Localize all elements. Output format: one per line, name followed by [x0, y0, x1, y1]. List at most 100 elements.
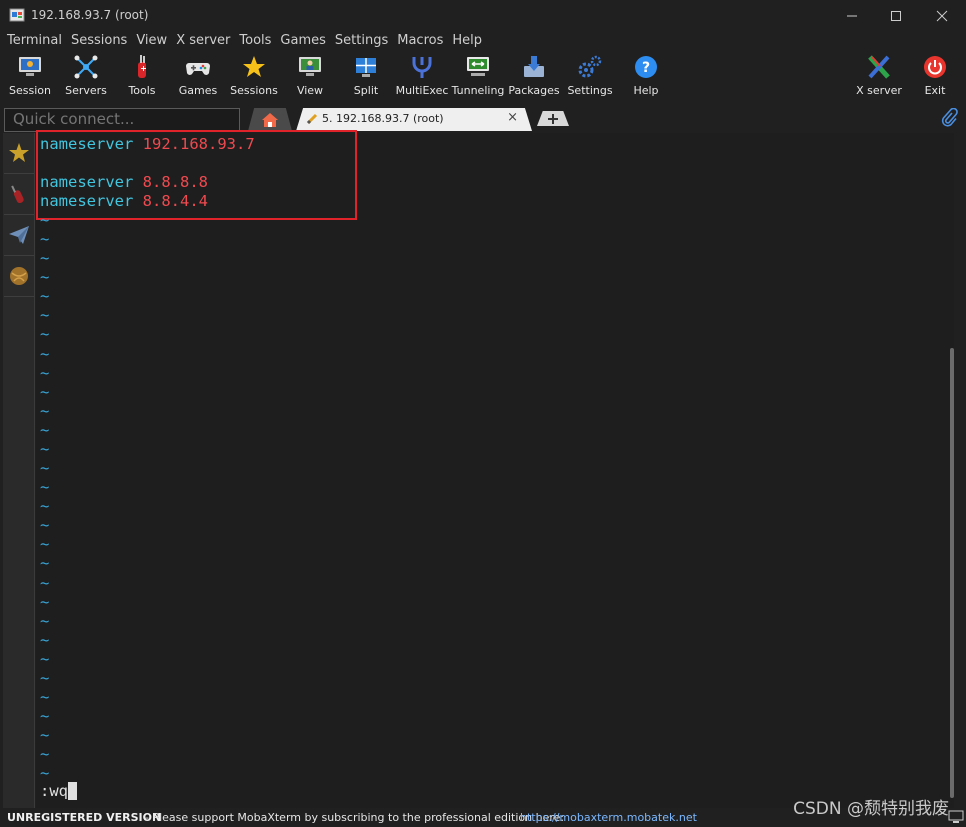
servers-button[interactable]: Servers: [58, 51, 114, 103]
games-controller-icon: [186, 63, 210, 75]
line-keyword: nameserver: [40, 135, 134, 153]
quick-connect-input[interactable]: [5, 109, 239, 129]
tilde-line: ~: [40, 707, 50, 726]
packages-label: Packages: [508, 84, 560, 97]
menu-x-server[interactable]: X server: [169, 31, 230, 51]
tilde-line: ~: [40, 573, 50, 592]
toolbar: Session Servers Tools Games Sessions Vie…: [0, 51, 966, 103]
tunneling-button[interactable]: Tunneling: [450, 51, 506, 103]
view-monitor-icon: [299, 57, 321, 76]
macro-ball-icon: [10, 267, 28, 285]
menu-view[interactable]: View: [129, 31, 167, 51]
sidebar-sftp-button[interactable]: [4, 215, 34, 256]
settings-button[interactable]: Settings: [562, 51, 618, 103]
tilde-line: ~: [40, 554, 50, 573]
menu-terminal[interactable]: Terminal: [0, 31, 62, 51]
tilde-line: ~: [40, 516, 50, 535]
sidebar-sessions-button[interactable]: [4, 133, 34, 174]
exit-label: Exit: [924, 84, 946, 97]
tilde-line: ~: [40, 497, 50, 516]
packages-button[interactable]: Packages: [506, 51, 562, 103]
terminal-line: nameserver 8.8.4.4: [40, 192, 208, 211]
games-label: Games: [178, 84, 218, 97]
menu-settings[interactable]: Settings: [328, 31, 388, 51]
tilde-line: ~: [40, 306, 50, 325]
tilde-line: ~: [40, 344, 50, 363]
menu-tools[interactable]: Tools: [232, 31, 271, 51]
home-tab[interactable]: [248, 108, 292, 131]
games-button[interactable]: Games: [170, 51, 226, 103]
csdn-watermark: CSDN @颓特别我废: [793, 799, 949, 819]
support-text: - Please support MobaXterm by subscribin…: [145, 811, 565, 824]
line-keyword: nameserver: [40, 173, 134, 191]
tab-close-icon[interactable]: ×: [507, 110, 518, 125]
session-tab[interactable]: 5. 192.168.93.7 (root) ×: [296, 108, 532, 131]
tunneling-icon: [467, 57, 489, 76]
session-monitor-icon: [19, 57, 41, 76]
menu-games[interactable]: Games: [273, 31, 325, 51]
session-button[interactable]: Session: [2, 51, 58, 103]
settings-label: Settings: [567, 84, 613, 97]
help-button[interactable]: ? Help: [618, 51, 674, 103]
left-sidebar: [3, 133, 35, 808]
sessions-star-icon: [243, 56, 265, 77]
tilde-line: ~: [40, 726, 50, 745]
monitor-icon: [948, 810, 964, 823]
paper-plane-icon: [9, 226, 29, 244]
maximize-button[interactable]: [873, 0, 919, 31]
close-icon: [936, 10, 948, 21]
view-button[interactable]: View: [282, 51, 338, 103]
terminal-tab-icon: [306, 113, 318, 125]
title-bar: 192.168.93.7 (root): [0, 0, 966, 31]
multiexec-label: MultiExec: [395, 84, 449, 97]
tunneling-label: Tunneling: [451, 84, 505, 97]
menu-help[interactable]: Help: [445, 31, 482, 51]
tab-row: 5. 192.168.93.7 (root) ×: [0, 105, 966, 132]
paperclip-icon[interactable]: [940, 108, 958, 128]
minimize-icon: [847, 15, 857, 16]
tools-button[interactable]: Tools: [114, 51, 170, 103]
tilde-line: ~: [40, 420, 50, 439]
tilde-line: ~: [40, 211, 50, 229]
menu-sessions[interactable]: Sessions: [64, 31, 127, 51]
split-button[interactable]: Split: [338, 51, 394, 103]
tools-knife-icon: [138, 55, 146, 78]
line-keyword: nameserver: [40, 192, 134, 210]
tilde-line: ~: [40, 459, 50, 478]
close-window-button[interactable]: [919, 0, 965, 31]
tilde-line: ~: [40, 764, 50, 783]
tilde-line: ~: [40, 249, 50, 268]
vertical-scrollbar[interactable]: [950, 348, 954, 798]
menu-macros[interactable]: Macros: [390, 31, 443, 51]
menu-bar: Terminal Sessions View X server Tools Ga…: [0, 31, 966, 51]
svg-text:?: ?: [642, 60, 650, 76]
settings-gear-icon: [578, 55, 602, 78]
split-panes-icon: [356, 58, 376, 77]
tools-knife-icon: [11, 185, 24, 204]
star-icon: [9, 143, 29, 162]
mobaxterm-logo-icon: [9, 8, 25, 22]
x-server-button[interactable]: X server: [851, 51, 907, 103]
new-tab-button[interactable]: [537, 111, 569, 126]
terminal-view[interactable]: nameserver 192.168.93.7 nameserver 8.8.8…: [36, 130, 954, 808]
sidebar-tools-button[interactable]: [4, 174, 34, 215]
sidebar-macros-button[interactable]: [4, 256, 34, 297]
exit-button[interactable]: Exit: [907, 51, 963, 103]
multiexec-button[interactable]: MultiExec: [394, 51, 450, 103]
sessions-button[interactable]: Sessions: [226, 51, 282, 103]
command-line[interactable]: :wq: [40, 782, 77, 801]
split-label: Split: [353, 84, 379, 97]
tilde-line: ~: [40, 325, 50, 344]
minimize-button[interactable]: [829, 0, 875, 31]
mobaxterm-link[interactable]: https://mobaxterm.mobatek.net: [520, 808, 697, 827]
servers-network-icon: [74, 55, 98, 79]
terminal-line: nameserver 192.168.93.7: [40, 135, 255, 154]
tilde-line: ~: [40, 401, 50, 420]
x-server-icon: [868, 55, 890, 79]
servers-label: Servers: [65, 84, 107, 97]
tilde-line: ~: [40, 268, 50, 287]
tilde-line: ~: [40, 382, 50, 401]
home-icon: [262, 113, 278, 127]
tilde-line: ~: [40, 630, 50, 649]
help-question-icon: ?: [635, 56, 657, 78]
